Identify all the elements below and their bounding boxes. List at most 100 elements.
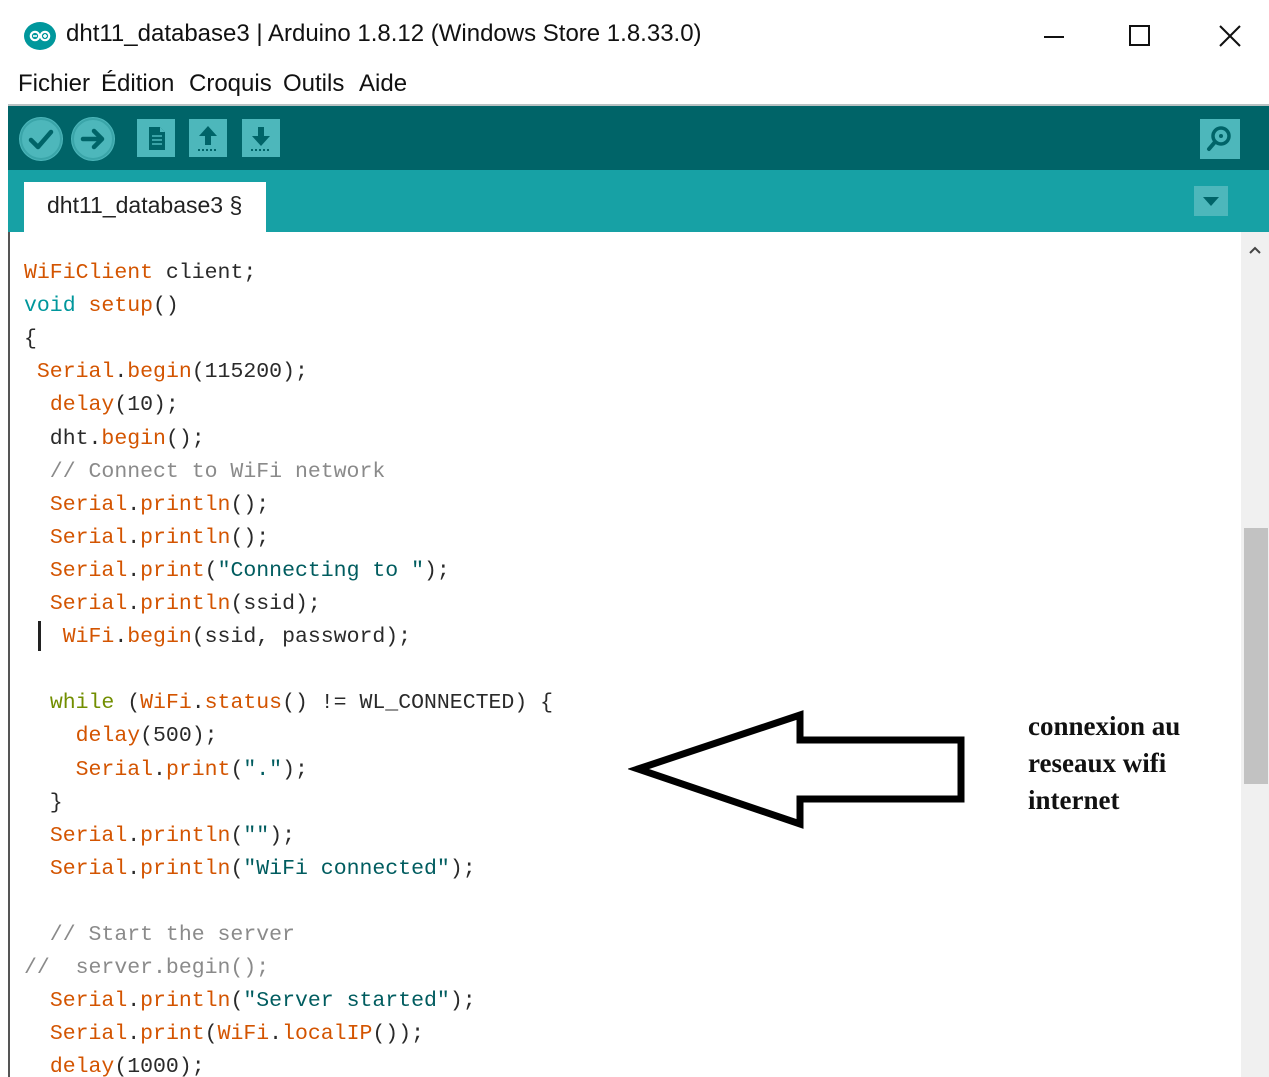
- open-icon: [198, 126, 218, 151]
- code-line: while (WiFi.status() != WL_CONNECTED) {: [24, 688, 553, 718]
- save-sketch-button[interactable]: [242, 119, 280, 157]
- menu-edition[interactable]: Édition: [101, 70, 174, 98]
- menu-outils[interactable]: Outils: [283, 70, 344, 98]
- code-token: WiFi: [140, 691, 192, 716]
- code-token: setup: [88, 294, 154, 319]
- code-line: delay(1000);: [24, 1052, 205, 1077]
- save-icon: [251, 127, 271, 151]
- tab-dht11-database3[interactable]: dht11_database3 §: [24, 182, 266, 232]
- menu-bar: Fichier Édition Croquis Outils Aide: [0, 70, 1269, 104]
- code-token: (: [230, 823, 244, 848]
- code-line: Serial.println("WiFi connected");: [24, 854, 476, 884]
- code-line: Serial.print(".");: [24, 755, 308, 785]
- minimize-icon: [1044, 36, 1064, 38]
- code-token: print: [140, 558, 205, 583]
- code-line: WiFi.begin(ssid, password);: [24, 622, 411, 652]
- code-token: .: [127, 492, 141, 517]
- code-line: }: [24, 788, 63, 818]
- code-token: println: [140, 823, 231, 848]
- code-line: Serial.println();: [24, 490, 269, 520]
- code-token: // Connect to WiFi network: [24, 459, 386, 484]
- code-line: Serial.print(WiFi.localIP());: [24, 1019, 424, 1049]
- code-token: "Connecting to ": [217, 558, 424, 583]
- code-token: );: [449, 856, 476, 881]
- left-arrow-icon: [628, 710, 965, 829]
- code-token: println: [140, 492, 231, 517]
- menu-fichier[interactable]: Fichier: [18, 70, 90, 98]
- close-icon: [1219, 25, 1241, 47]
- code-line: // server.begin();: [24, 953, 269, 983]
- verify-icon: [20, 118, 62, 160]
- code-token: begin: [127, 360, 192, 385]
- upload-button[interactable]: [71, 117, 115, 161]
- arduino-infinity-icon: [24, 22, 56, 50]
- code-token: println: [140, 856, 231, 881]
- code-token: (: [230, 856, 244, 881]
- code-token: );: [282, 757, 308, 782]
- code-token: (1000);: [114, 1055, 205, 1077]
- code-token: .: [127, 525, 141, 550]
- toolbar: [8, 106, 1269, 170]
- code-token: WiFi: [217, 1022, 270, 1047]
- code-token: while: [49, 691, 115, 716]
- serial-monitor-button[interactable]: [1200, 119, 1240, 159]
- code-line: Serial.println("Server started");: [24, 986, 476, 1016]
- tab-dropdown-icon: [1203, 197, 1219, 206]
- code-token: Serial: [49, 592, 128, 616]
- code-token: // server.begin();: [24, 956, 270, 981]
- code-line: {: [24, 324, 37, 354]
- code-token: println: [140, 989, 231, 1014]
- code-token: delay: [75, 724, 141, 749]
- scroll-up-button[interactable]: [1243, 238, 1267, 262]
- code-token: ();: [230, 525, 270, 550]
- tab-menu-button[interactable]: [1194, 186, 1228, 216]
- code-line: Serial.print("Connecting to ");: [24, 556, 450, 586]
- code-token: }: [24, 790, 63, 815]
- window-title: dht11_database3 | Arduino 1.8.12 (Window…: [66, 20, 702, 47]
- code-line: Serial.begin(115200);: [24, 357, 308, 387]
- code-token: (115200);: [191, 360, 308, 385]
- code-token: void: [24, 294, 76, 319]
- code-token: dht.: [24, 426, 102, 451]
- code-line: // Connect to WiFi network: [24, 457, 385, 487]
- open-sketch-button[interactable]: [189, 119, 227, 157]
- code-token: .: [114, 360, 128, 385]
- code-token: status: [204, 691, 283, 716]
- close-button[interactable]: [1200, 12, 1260, 58]
- code-token: Serial: [49, 558, 128, 583]
- menu-croquis[interactable]: Croquis: [189, 70, 272, 98]
- code-token: Serial: [49, 989, 128, 1014]
- tab-label: dht11_database3 §: [47, 192, 243, 218]
- code-token: .: [191, 691, 205, 716]
- code-editor[interactable]: WiFiClient client; void setup(){ Serial.b…: [8, 232, 1241, 1077]
- code-token: Serial: [49, 525, 128, 550]
- code-token: );: [269, 823, 295, 848]
- code-token: .: [114, 625, 128, 650]
- minimize-button[interactable]: [1024, 12, 1084, 58]
- code-token: print: [140, 1022, 205, 1047]
- code-token: WiFi: [62, 625, 115, 650]
- annotation-line: internet: [1028, 785, 1120, 815]
- code-token: .: [127, 823, 141, 848]
- code-token: println: [140, 525, 231, 550]
- code-token: Serial: [49, 492, 128, 517]
- code-token: Serial: [75, 757, 154, 782]
- new-sketch-button[interactable]: [137, 119, 175, 157]
- code-token: .: [127, 1022, 141, 1047]
- maximize-button[interactable]: [1110, 12, 1170, 58]
- menu-aide[interactable]: Aide: [359, 70, 407, 98]
- annotation-line: reseaux wifi: [1028, 748, 1167, 778]
- code-token: Serial: [49, 823, 128, 848]
- verify-button[interactable]: [19, 117, 63, 161]
